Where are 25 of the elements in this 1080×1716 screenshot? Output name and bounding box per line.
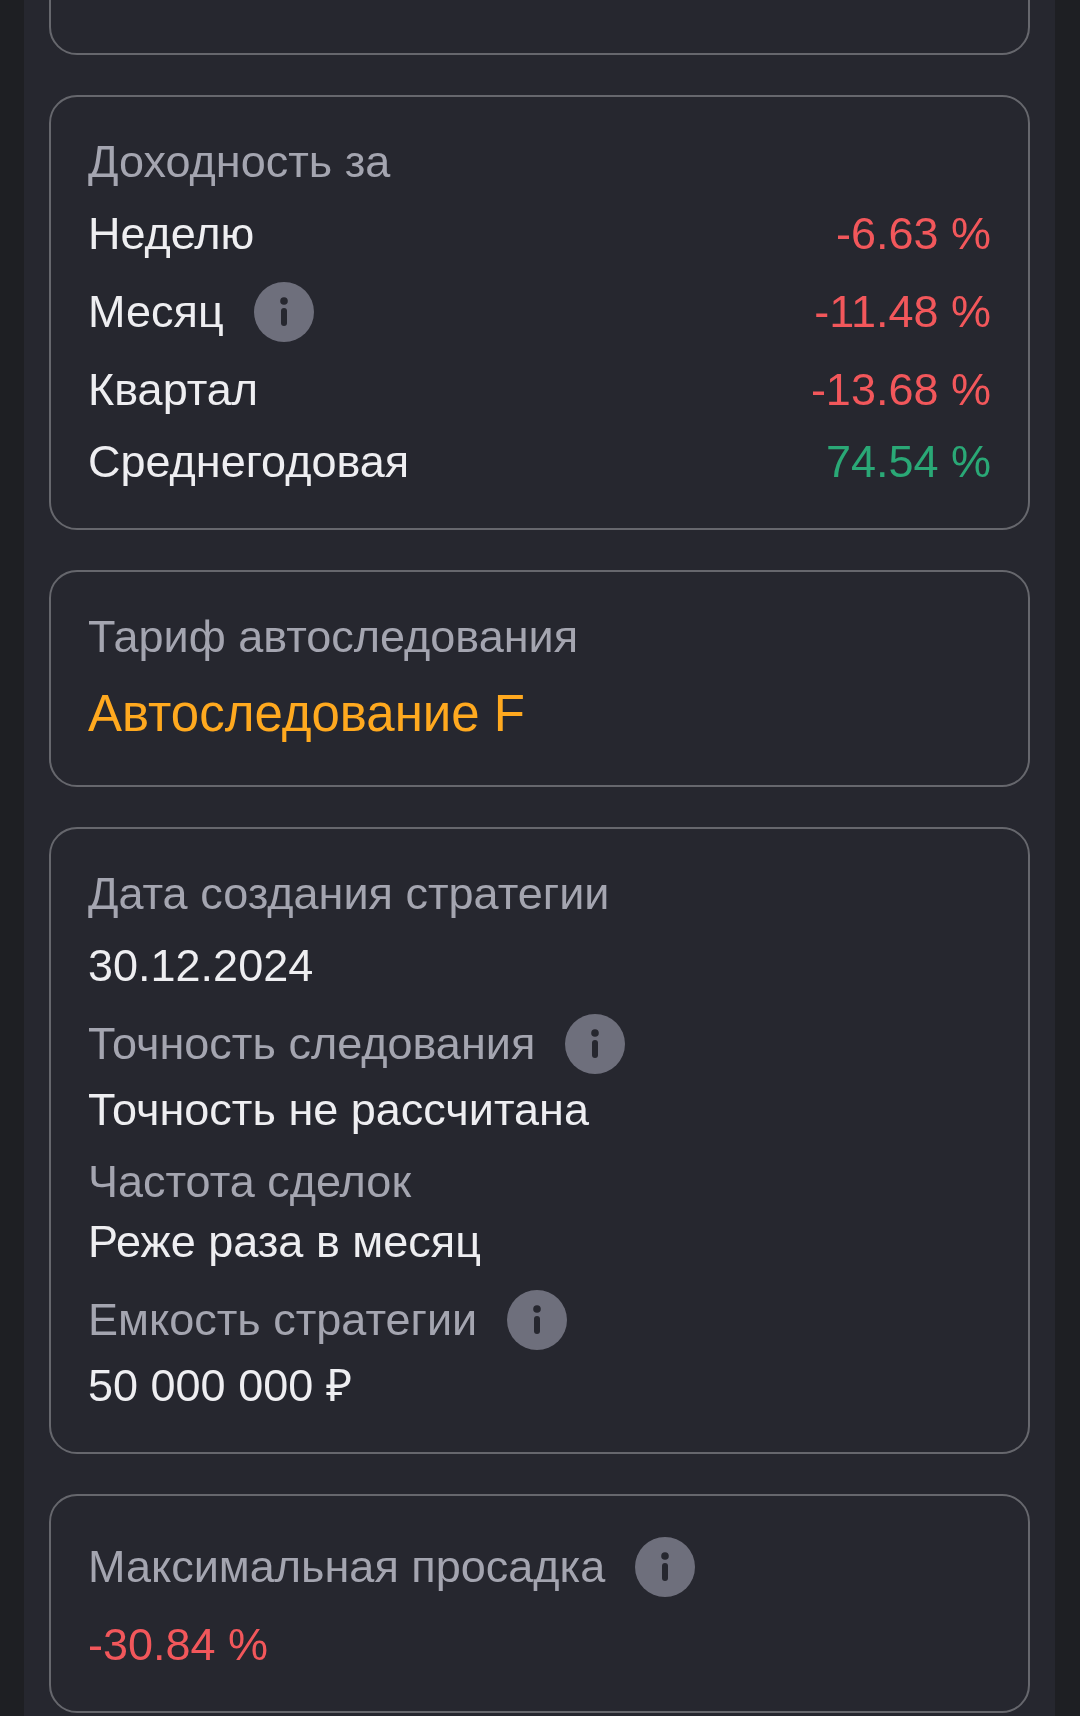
return-value: -6.63 %: [835, 207, 991, 261]
field-value: -30.84 %: [88, 1618, 270, 1672]
return-value: -11.48 %: [814, 285, 991, 339]
info-icon[interactable]: [253, 282, 314, 342]
field-label: Максимальная просадка: [88, 1540, 606, 1594]
section-title: Доходность за: [88, 135, 392, 189]
field-value: Автоследование F: [88, 684, 526, 744]
return-value: 74.54 %: [825, 435, 991, 489]
field-label: Точность следования: [88, 1017, 536, 1071]
return-value: -13.68 %: [810, 363, 991, 417]
field-label: Дата создания стратегии: [88, 867, 610, 921]
field-value: 30.12.2024: [88, 939, 315, 993]
info-icon[interactable]: [635, 1537, 696, 1597]
field-value: 50 000 000 ₽: [88, 1359, 353, 1413]
info-icon[interactable]: [565, 1014, 626, 1074]
period-label: Месяц: [88, 285, 224, 339]
period-label: Среднегодовая: [88, 435, 410, 489]
field-value: Точность не рассчитана: [88, 1083, 590, 1137]
period-label: Неделю: [88, 207, 255, 261]
info-icon[interactable]: [507, 1290, 568, 1350]
field-value: Реже раза в месяц: [88, 1215, 482, 1269]
field-label: Емкость стратегии: [88, 1293, 478, 1347]
field-label: Тариф автоследования: [88, 610, 579, 664]
field-label: Частота сделок: [88, 1155, 412, 1209]
period-label: Квартал: [88, 363, 259, 417]
